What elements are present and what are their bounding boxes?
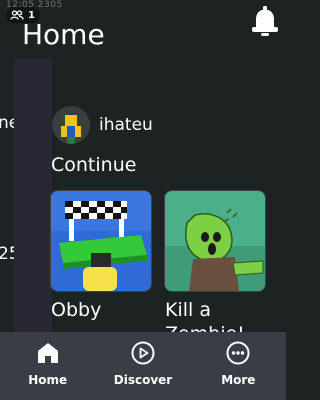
more-icon <box>226 341 250 365</box>
bell-icon[interactable] <box>250 4 280 40</box>
avatar <box>52 106 90 144</box>
nav-item-discover[interactable]: Discover <box>95 332 190 400</box>
avatar-icon <box>61 115 81 144</box>
game-title-obby[interactable]: Obby <box>51 298 101 322</box>
home-icon <box>37 343 58 363</box>
username: ihateu <box>99 115 153 135</box>
bottom-nav: Home Discover More <box>0 332 286 400</box>
nav-item-home[interactable]: Home <box>0 332 95 400</box>
zombie-thumbnail <box>165 191 265 291</box>
game-title-zombie-line1[interactable]: Kill a <box>165 298 211 322</box>
game-tile-kill-a-zombie[interactable] <box>164 190 266 292</box>
continue-heading: Continue <box>51 154 137 176</box>
nav-item-more[interactable]: More <box>191 332 286 400</box>
nav-label-discover: Discover <box>113 373 173 387</box>
play-circle-icon <box>131 341 155 365</box>
nav-label-more: More <box>221 373 256 387</box>
nav-label-home: Home <box>28 373 68 387</box>
game-tile-obby[interactable] <box>50 190 152 292</box>
page-title: Home <box>22 18 105 51</box>
user-profile[interactable]: ihateu <box>52 106 153 144</box>
side-panel <box>14 58 52 338</box>
obby-thumbnail <box>51 191 151 291</box>
